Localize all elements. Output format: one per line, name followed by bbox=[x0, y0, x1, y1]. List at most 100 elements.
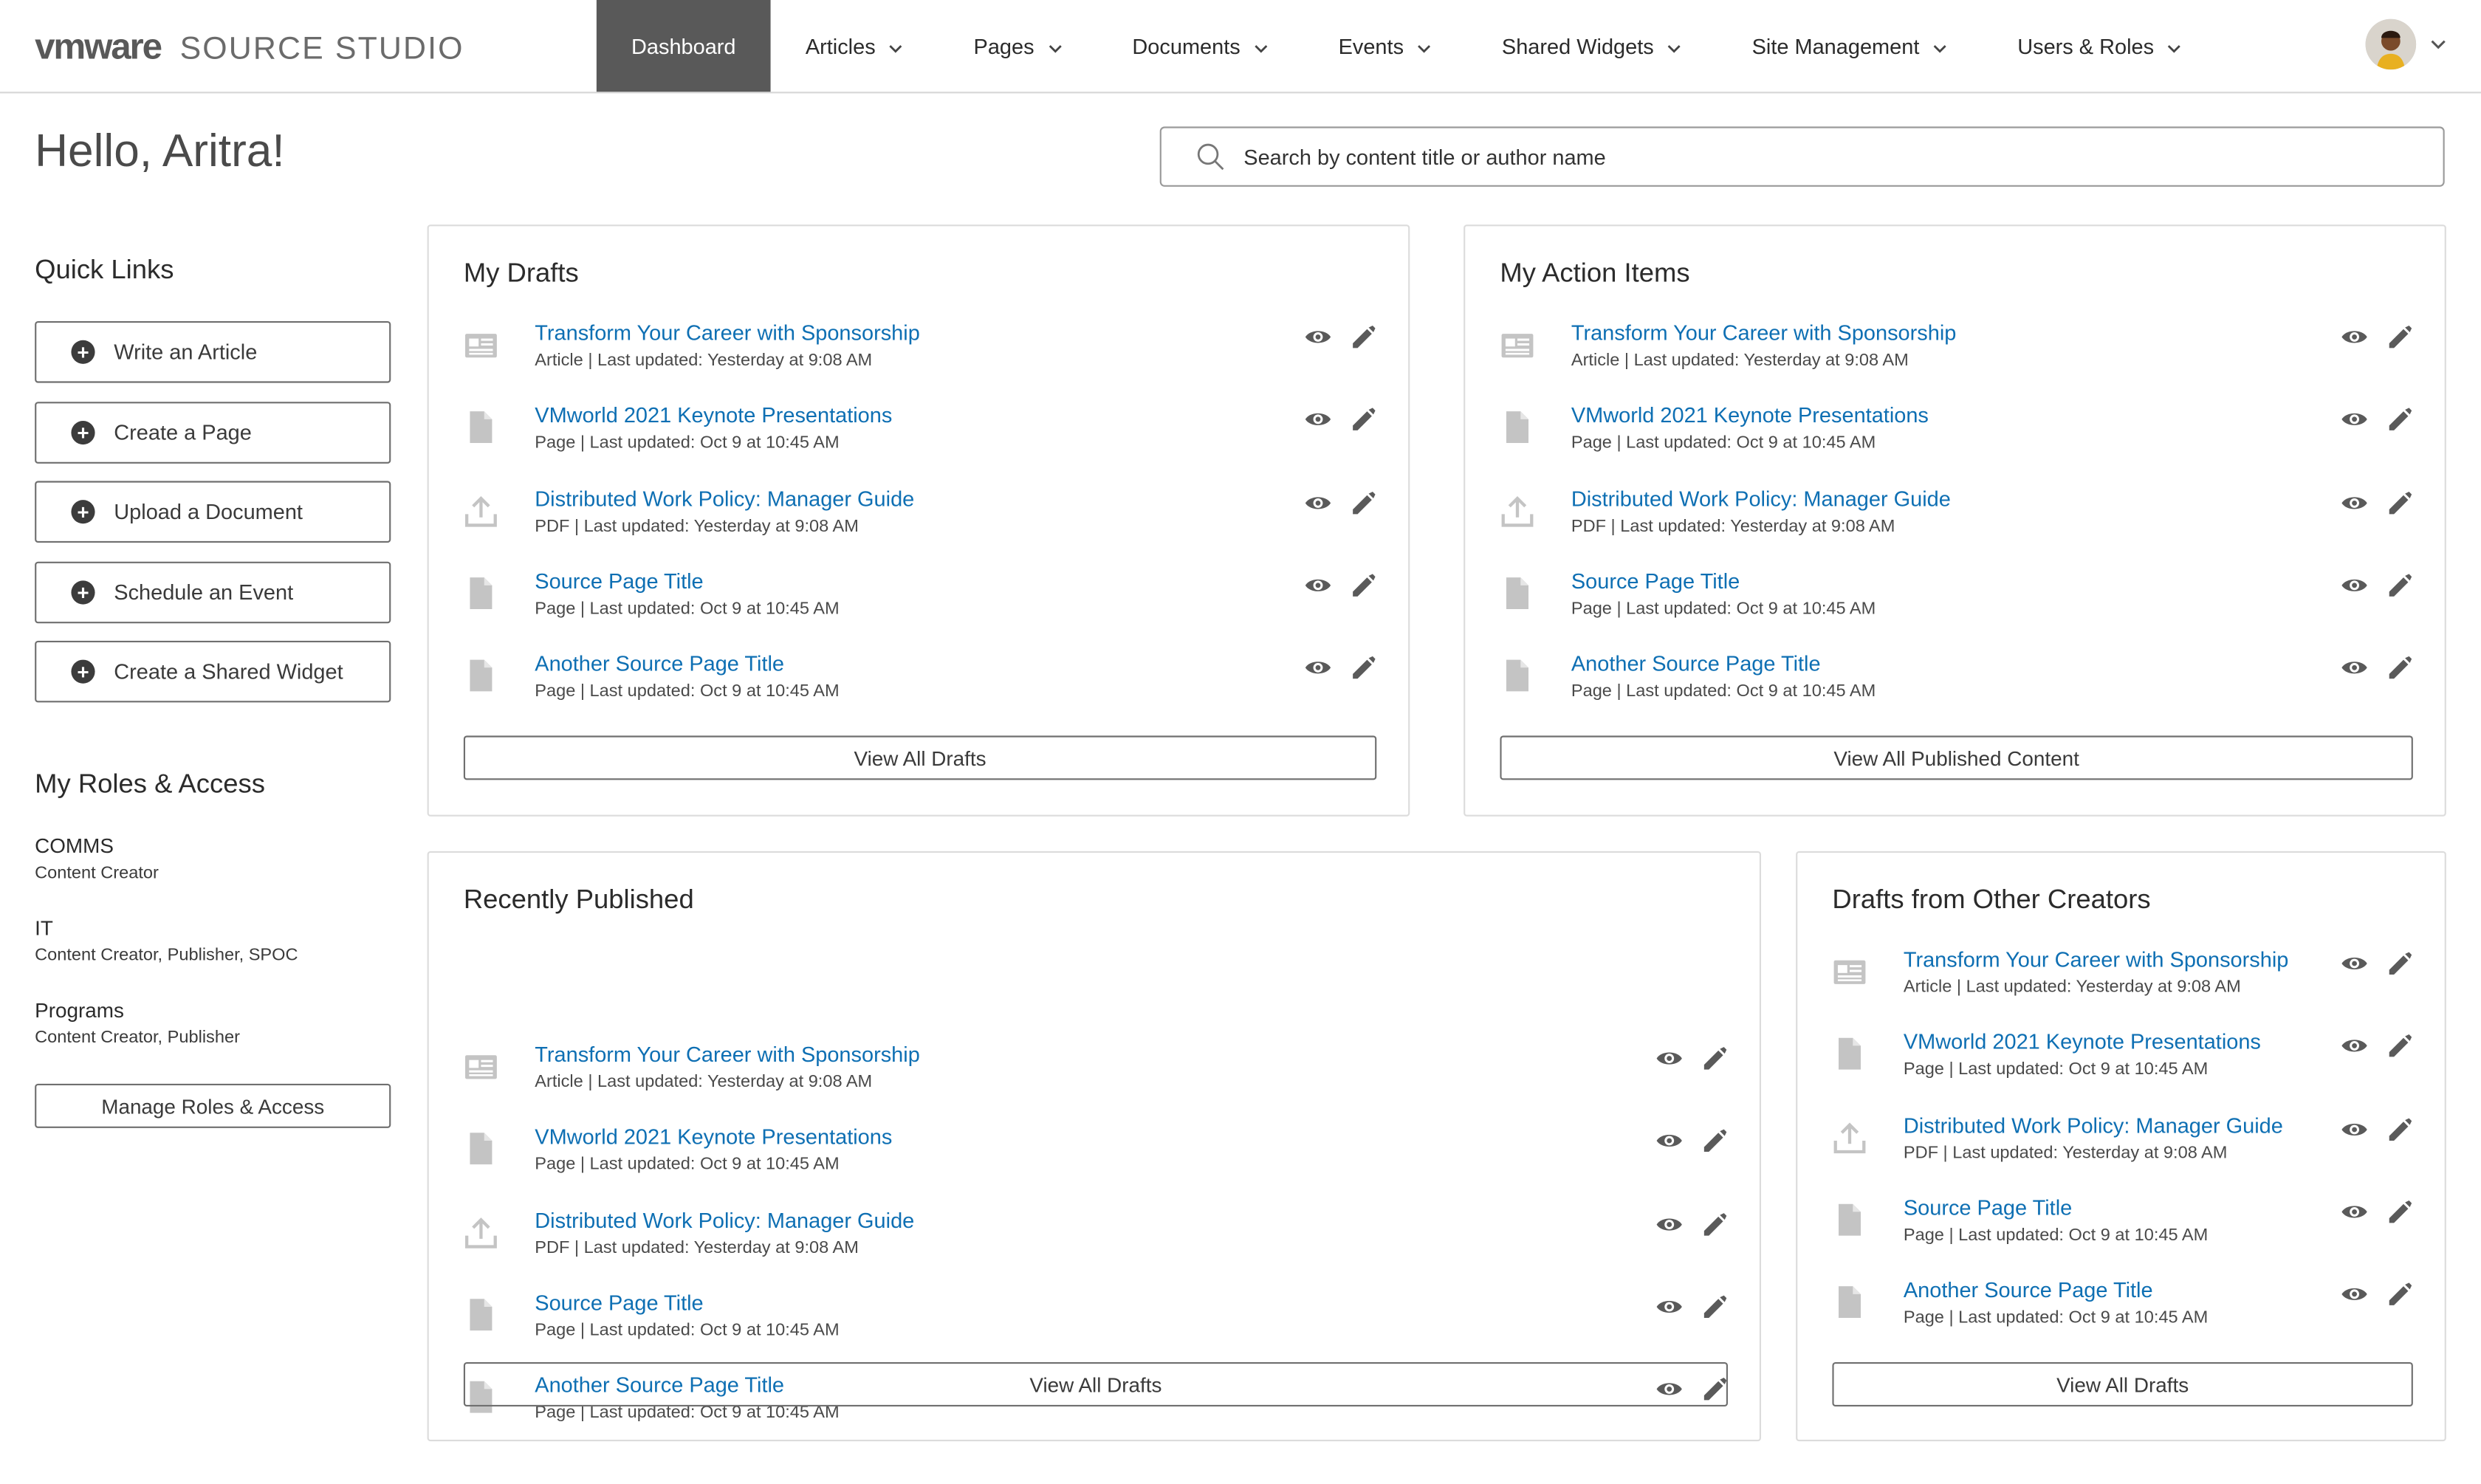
edit-pencil-icon[interactable] bbox=[1699, 1212, 1728, 1237]
edit-pencil-icon[interactable] bbox=[2384, 1282, 2413, 1307]
preview-eye-icon[interactable] bbox=[2340, 572, 2369, 597]
nav-item-site-management[interactable]: Site Management bbox=[1717, 0, 1983, 92]
nav-item-pages[interactable]: Pages bbox=[938, 0, 1097, 92]
edit-pencil-icon[interactable] bbox=[2384, 656, 2413, 681]
content-title-link[interactable]: Source Page Title bbox=[1571, 569, 1740, 593]
list-item: Source Page Title Page | Last updated: Oc… bbox=[464, 1291, 1728, 1360]
nav-item-label: Users & Roles bbox=[2017, 34, 2155, 58]
view-all-button[interactable]: View All Drafts bbox=[463, 735, 1377, 780]
edit-pencil-icon[interactable] bbox=[1348, 572, 1377, 597]
preview-eye-icon[interactable] bbox=[1304, 324, 1333, 349]
view-all-button[interactable]: View All Published Content bbox=[1500, 735, 2413, 780]
preview-eye-icon[interactable] bbox=[2340, 1034, 2369, 1059]
preview-eye-icon[interactable] bbox=[2340, 951, 2369, 976]
list-item: VMworld 2021 Keynote Presentations Page |… bbox=[1832, 1031, 2412, 1100]
content-title-link[interactable]: VMworld 2021 Keynote Presentations bbox=[535, 1125, 892, 1149]
view-all-button[interactable]: View All Drafts bbox=[1832, 1362, 2413, 1406]
preview-eye-icon[interactable] bbox=[2340, 1199, 2369, 1224]
edit-pencil-icon[interactable] bbox=[1348, 407, 1377, 432]
nav-item-documents[interactable]: Documents bbox=[1097, 0, 1303, 92]
content-title-link[interactable]: Transform Your Career with Sponsorship bbox=[1904, 948, 2289, 972]
content-title-link[interactable]: Another Source Page Title bbox=[535, 652, 784, 676]
vmware-logo: vmware bbox=[35, 25, 162, 66]
brand-logo[interactable]: vmware SOURCE STUDIO bbox=[35, 25, 464, 68]
edit-pencil-icon[interactable] bbox=[1699, 1128, 1728, 1153]
content-title-link[interactable]: Distributed Work Policy: Manager Guide bbox=[1571, 487, 1951, 510]
list-item: Source Page Title Page | Last updated: Oc… bbox=[464, 569, 1376, 639]
preview-eye-icon[interactable] bbox=[1655, 1212, 1684, 1237]
preview-eye-icon[interactable] bbox=[1655, 1128, 1684, 1153]
view-all-button[interactable]: View All Drafts bbox=[463, 1362, 1728, 1406]
top-navigation-bar: vmware SOURCE STUDIO Dashboard Articles Pa… bbox=[0, 0, 2481, 94]
content-title-link[interactable]: Source Page Title bbox=[1904, 1196, 2072, 1220]
preview-eye-icon[interactable] bbox=[2340, 1116, 2369, 1141]
preview-eye-icon[interactable] bbox=[1304, 572, 1333, 597]
content-title-link[interactable]: Transform Your Career with Sponsorship bbox=[1571, 321, 1957, 345]
preview-eye-icon[interactable] bbox=[2340, 324, 2369, 349]
content-title-link[interactable]: VMworld 2021 Keynote Presentations bbox=[1904, 1031, 2261, 1054]
content-title-link[interactable]: VMworld 2021 Keynote Presentations bbox=[1571, 404, 1929, 427]
edit-pencil-icon[interactable] bbox=[2384, 1116, 2413, 1141]
upload-icon bbox=[1832, 1119, 1867, 1154]
edit-pencil-icon[interactable] bbox=[1348, 489, 1377, 515]
nav-item-events[interactable]: Events bbox=[1303, 0, 1466, 92]
quick-link-create-a-page[interactable]: + Create a Page bbox=[35, 401, 391, 463]
preview-eye-icon[interactable] bbox=[1304, 656, 1333, 681]
manage-roles-button[interactable]: Manage Roles & Access bbox=[35, 1083, 391, 1128]
quick-link-schedule-an-event[interactable]: + Schedule an Event bbox=[35, 560, 391, 623]
role-entry: IT Content Creator, Publisher, SPOC bbox=[35, 916, 298, 965]
user-menu[interactable] bbox=[2365, 18, 2448, 70]
quick-link-write-an-article[interactable]: + Write an Article bbox=[35, 321, 391, 383]
quick-link-label: Create a Page bbox=[114, 419, 252, 444]
nav-item-articles[interactable]: Articles bbox=[771, 0, 939, 92]
role-department: COMMS bbox=[35, 834, 114, 858]
avatar[interactable] bbox=[2365, 18, 2417, 70]
upload-icon bbox=[464, 1215, 498, 1249]
content-meta: PDF | Last updated: Yesterday at 9:08 AM bbox=[535, 1237, 859, 1257]
edit-pencil-icon[interactable] bbox=[1699, 1294, 1728, 1319]
preview-eye-icon[interactable] bbox=[1304, 489, 1333, 515]
content-title-link[interactable]: Transform Your Career with Sponsorship bbox=[535, 1042, 920, 1066]
nav-item-users-roles[interactable]: Users & Roles bbox=[1983, 0, 2217, 92]
chevron-down-icon[interactable] bbox=[2429, 35, 2448, 54]
edit-pencil-icon[interactable] bbox=[1348, 656, 1377, 681]
list-item: Another Source Page Title Page | Last upd… bbox=[1500, 652, 2412, 721]
edit-pencil-icon[interactable] bbox=[2384, 489, 2413, 515]
preview-eye-icon[interactable] bbox=[1655, 1045, 1684, 1071]
search-input[interactable] bbox=[1240, 142, 2355, 171]
preview-eye-icon[interactable] bbox=[2340, 407, 2369, 432]
edit-pencil-icon[interactable] bbox=[2384, 1199, 2413, 1224]
content-title-link[interactable]: Distributed Work Policy: Manager Guide bbox=[1904, 1113, 2283, 1137]
preview-eye-icon[interactable] bbox=[2340, 656, 2369, 681]
quick-link-upload-a-document[interactable]: + Upload a Document bbox=[35, 481, 391, 543]
edit-pencil-icon[interactable] bbox=[2384, 324, 2413, 349]
preview-eye-icon[interactable] bbox=[2340, 1282, 2369, 1307]
preview-eye-icon[interactable] bbox=[2340, 489, 2369, 515]
quick-link-create-a-shared-widget[interactable]: + Create a Shared Widget bbox=[35, 640, 391, 703]
edit-pencil-icon[interactable] bbox=[2384, 572, 2413, 597]
nav-item-dashboard[interactable]: Dashboard bbox=[596, 0, 771, 92]
content-title-link[interactable]: Source Page Title bbox=[535, 1291, 703, 1314]
article-icon bbox=[464, 1049, 498, 1084]
content-title-link[interactable]: Another Source Page Title bbox=[1904, 1279, 2153, 1302]
content-title-link[interactable]: Another Source Page Title bbox=[1571, 652, 1821, 676]
edit-pencil-icon[interactable] bbox=[2384, 1034, 2413, 1059]
nav-item-shared-widgets[interactable]: Shared Widgets bbox=[1467, 0, 1718, 92]
page-icon bbox=[1500, 659, 1534, 693]
content-meta: Article | Last updated: Yesterday at 9:0… bbox=[535, 1072, 873, 1092]
content-title-link[interactable]: Distributed Work Policy: Manager Guide bbox=[535, 1208, 914, 1231]
my-action-items-panel: My Action Items Transform Your Career wi… bbox=[1463, 224, 2446, 817]
preview-eye-icon[interactable] bbox=[1304, 407, 1333, 432]
edit-pencil-icon[interactable] bbox=[2384, 407, 2413, 432]
content-title-link[interactable]: Distributed Work Policy: Manager Guide bbox=[535, 487, 914, 510]
content-title-link[interactable]: Source Page Title bbox=[535, 569, 703, 593]
content-title-link[interactable]: VMworld 2021 Keynote Presentations bbox=[535, 404, 892, 427]
search-box[interactable] bbox=[1159, 126, 2445, 187]
list-item: Distributed Work Policy: Manager Guide PD… bbox=[464, 1208, 1728, 1277]
preview-eye-icon[interactable] bbox=[1655, 1294, 1684, 1319]
content-title-link[interactable]: Transform Your Career with Sponsorship bbox=[535, 321, 920, 345]
edit-pencil-icon[interactable] bbox=[2384, 951, 2413, 976]
plus-circle-icon: + bbox=[71, 340, 95, 364]
edit-pencil-icon[interactable] bbox=[1348, 324, 1377, 349]
edit-pencil-icon[interactable] bbox=[1699, 1045, 1728, 1071]
